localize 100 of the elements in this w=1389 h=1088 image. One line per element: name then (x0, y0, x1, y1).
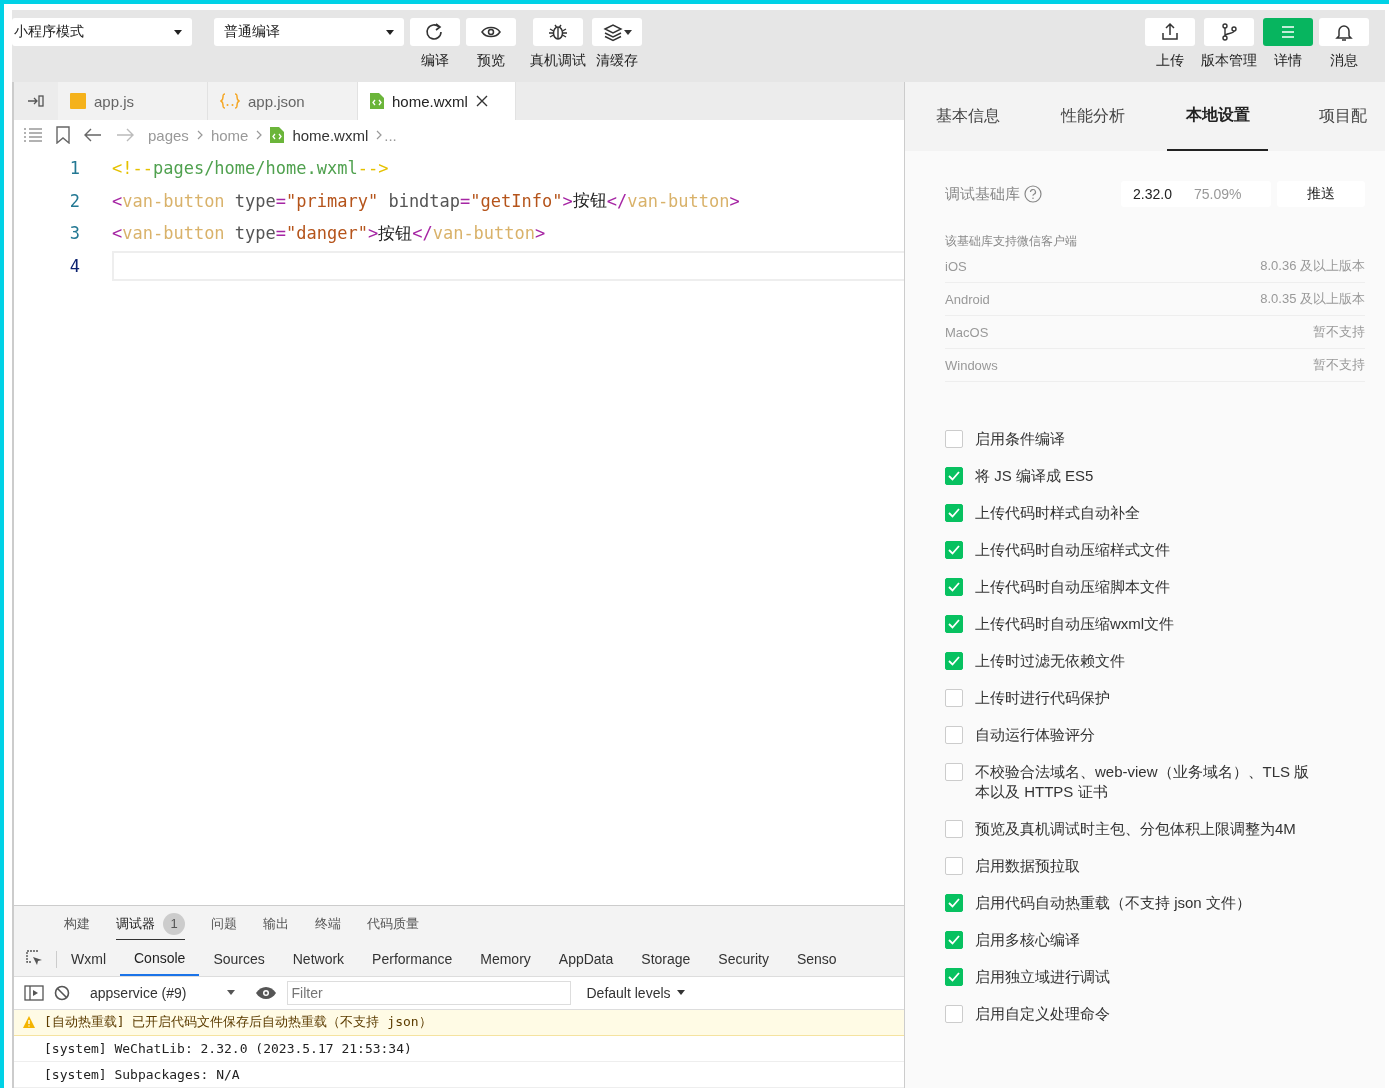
bookmark-icon[interactable] (56, 126, 70, 144)
push-button[interactable]: 推送 (1277, 181, 1365, 207)
panel-tab[interactable]: 代码质量 (367, 911, 419, 938)
code-file-icon (370, 93, 384, 109)
checkbox[interactable] (945, 652, 963, 670)
debug-lib-label: 调试基础库 (945, 184, 1020, 204)
settings-tab[interactable]: 基本信息 (905, 82, 1030, 151)
settings-tab[interactable]: 项目配 (1280, 82, 1385, 151)
checkbox[interactable] (945, 541, 963, 559)
version-select[interactable]: 2.32.0 75.09% (1121, 181, 1271, 207)
setting-label: 启用条件编译 (975, 429, 1065, 449)
back-arrow-icon[interactable] (84, 128, 102, 142)
settings-tab[interactable]: 本地设置 (1167, 82, 1268, 151)
devtools-tab[interactable]: Security (704, 942, 783, 976)
list-icon[interactable] (24, 128, 42, 142)
devtools-tab[interactable]: AppData (544, 942, 628, 976)
platform-support: 8.0.35 及以上版本 (1260, 290, 1365, 308)
editor-tab[interactable]: home.wxml (358, 82, 516, 120)
checkbox[interactable] (945, 467, 963, 485)
checkbox[interactable] (945, 689, 963, 707)
code-line: <van-button type="primary" bindtap="getInfo">按钮</van-button> (112, 189, 741, 213)
setting-label: 上传代码时样式自动补全 (975, 503, 1140, 523)
caret-icon (386, 29, 394, 35)
levels-select[interactable]: Default levels (580, 983, 691, 1002)
chevron-icon (256, 130, 263, 140)
checkbox[interactable] (945, 968, 963, 986)
panel-tab[interactable]: 终端 (315, 911, 341, 938)
devtools-tab[interactable]: Console (120, 942, 200, 976)
panel-tab[interactable]: 问题 (211, 911, 237, 938)
braces-file-icon (220, 93, 240, 109)
checkbox[interactable] (945, 820, 963, 838)
platform-name: MacOS (945, 324, 989, 340)
mode-select[interactable]: 小程序模式 (12, 18, 192, 46)
caret-icon (174, 29, 182, 35)
checkbox[interactable] (945, 763, 963, 781)
setting-label: 将 JS 编译成 ES5 (975, 466, 1094, 486)
setting-label: 启用自定义处理命令 (975, 1004, 1110, 1024)
checkbox[interactable] (945, 430, 963, 448)
setting-label: 上传代码时自动压缩样式文件 (975, 540, 1170, 560)
checkbox[interactable] (945, 726, 963, 744)
panel-tab[interactable]: 调试器 1 (116, 908, 185, 940)
checkbox[interactable] (945, 857, 963, 875)
devtools-tab[interactable]: Senso (782, 942, 851, 976)
warning-icon (22, 1015, 36, 1030)
js-file-icon (70, 93, 86, 109)
line-number: 4 (68, 255, 81, 276)
caret-icon (226, 990, 235, 996)
upload-icon (1159, 21, 1181, 43)
breadcrumb-item[interactable]: home.wxml (292, 126, 369, 144)
help-icon[interactable] (1024, 185, 1042, 203)
sidebar-toggle-icon[interactable] (24, 984, 44, 1001)
chevron-icon (376, 130, 383, 140)
devtools-tab[interactable]: Network (278, 942, 359, 976)
context-select[interactable]: appservice (#9) (80, 984, 245, 1001)
setting-label: 启用代码自动热重载（不支持 json 文件） (975, 893, 1251, 913)
code-file-icon (270, 127, 285, 143)
checkbox[interactable] (945, 578, 963, 596)
devtools-tab[interactable]: Storage (627, 942, 705, 976)
eye-icon[interactable] (254, 985, 277, 1000)
code-line: <!--pages/home/home.wxml--> (112, 157, 390, 181)
platform-support: 暂不支持 (1313, 356, 1365, 374)
devtools-tab[interactable]: Wxml (57, 942, 120, 976)
toolbar-button[interactable]: 版本管理 (1201, 18, 1257, 70)
setting-label: 启用独立域进行调试 (975, 967, 1110, 987)
compile-select[interactable]: 普通编译 (214, 18, 404, 46)
devtools-tab[interactable]: Sources (199, 942, 279, 976)
setting-label: 上传时进行代码保护 (975, 688, 1110, 708)
chevron-icon (196, 130, 203, 140)
checkbox[interactable] (945, 615, 963, 633)
layers-icon (602, 21, 624, 43)
console-message: [system] WeChatLib: 2.32.0 (2023.5.17 21:53:34) (14, 1035, 904, 1062)
clear-icon[interactable] (54, 984, 70, 1001)
setting-label: 预览及真机调试时主包、分包体积上限调整为4M (975, 819, 1296, 839)
setting-label: 启用数据预拉取 (975, 856, 1080, 876)
checkbox[interactable] (945, 1005, 963, 1023)
panel-tab[interactable]: 输出 (263, 911, 289, 938)
close-icon[interactable] (475, 95, 488, 107)
line-number: 3 (68, 223, 81, 244)
setting-label: 启用多核心编译 (975, 930, 1080, 950)
devtools-tab[interactable]: Performance (358, 942, 467, 976)
forward-arrow-icon[interactable] (116, 128, 134, 142)
platform-name: iOS (945, 258, 967, 274)
checkbox[interactable] (945, 504, 963, 522)
caret-icon (624, 29, 632, 35)
checkbox[interactable] (945, 931, 963, 949)
panel-tab[interactable]: 构建 (64, 911, 90, 938)
pin-sidebar-icon[interactable] (27, 94, 45, 108)
editor-tab[interactable]: app.json (208, 82, 358, 120)
platform-support: 8.0.36 及以上版本 (1260, 257, 1365, 275)
count-badge: 1 (163, 912, 185, 935)
filter-field[interactable]: Filter (286, 980, 571, 1005)
code-line: <van-button type="danger">按钮</van-button> (112, 221, 547, 246)
checkbox[interactable] (945, 894, 963, 912)
editor-tab[interactable]: app.js (58, 82, 208, 120)
toolbar-button[interactable]: 真机调试 (530, 18, 586, 70)
setting-label: 不校验合法域名、web-view（业务域名）、TLS 版本以及 HTTPS 证书 (975, 762, 1311, 802)
platform-name: Android (945, 291, 990, 307)
devtools-tab[interactable]: Memory (466, 942, 545, 976)
line-number: 2 (68, 190, 81, 211)
settings-tab[interactable]: 性能分析 (1030, 82, 1155, 151)
